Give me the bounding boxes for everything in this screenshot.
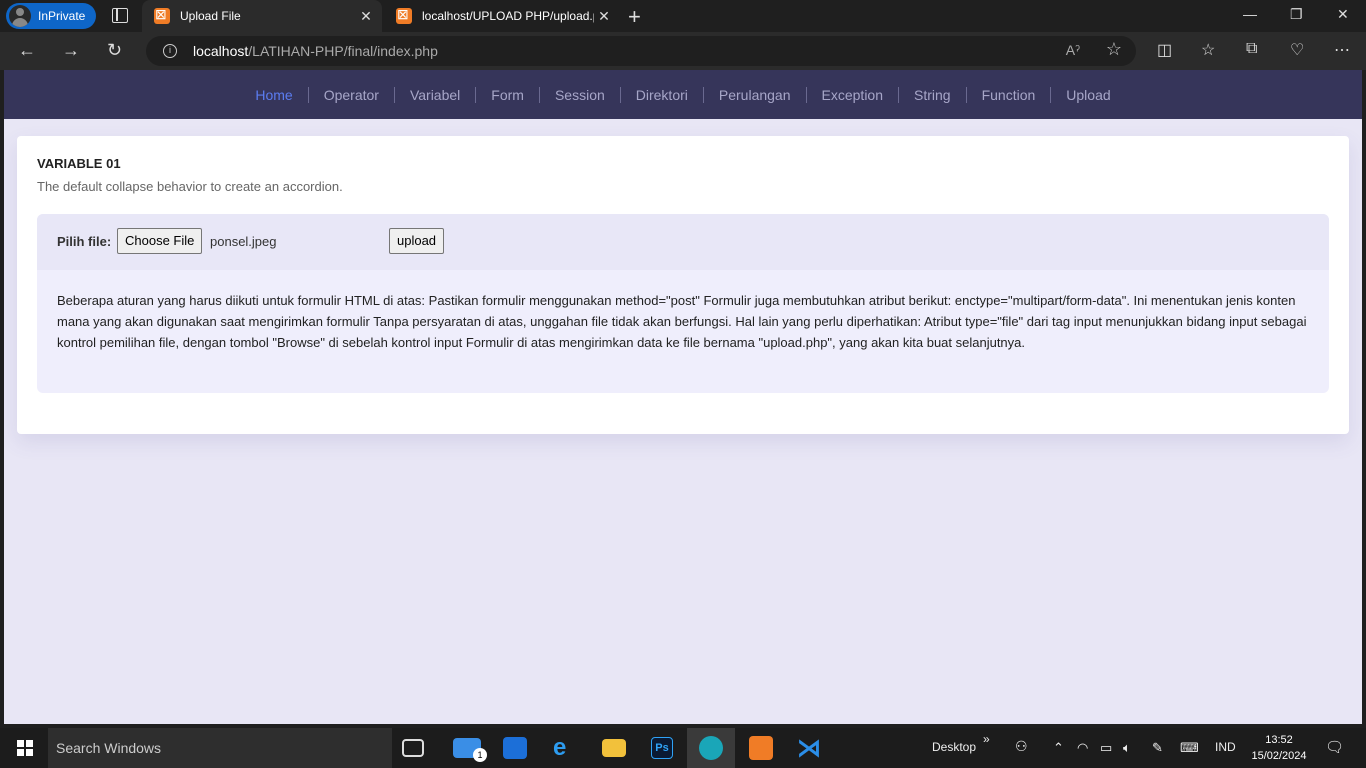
nav-direktori[interactable]: Direktori [619, 86, 703, 103]
nav-perulangan[interactable]: Perulangan [702, 86, 806, 103]
window-close-button[interactable]: ✕ [1337, 6, 1349, 23]
taskbar-search[interactable]: Search Windows [48, 728, 392, 768]
volume-icon[interactable]: 🔈︎ [1123, 740, 1131, 756]
reload-button[interactable]: ↻ [107, 40, 122, 61]
favorite-star-icon[interactable]: ☆ [1106, 39, 1122, 60]
card-title: VARIABLE 01 [37, 156, 121, 171]
browser-toolbar: ← → ↻ i localhost/LATIHAN-PHP/final/inde… [0, 32, 1366, 70]
more-menu-icon[interactable]: ⋯ [1334, 40, 1350, 60]
tab-upload-php[interactable]: localhost/UPLOAD PHP/upload.p ✕ [384, 0, 620, 32]
people-icon[interactable]: ⚇ [1015, 738, 1028, 755]
edge-icon[interactable] [699, 736, 723, 760]
nav-exception[interactable]: Exception [805, 86, 898, 103]
battery-icon[interactable]: ▭ [1100, 740, 1112, 756]
windows-taskbar: Search Windows 1 e Ps ⋊ Desktop » ⚇ ⌃ ◠ … [0, 728, 1366, 768]
xampp-favicon-icon [154, 6, 170, 24]
task-view-icon[interactable] [402, 739, 424, 757]
url-host: localhost [193, 43, 249, 59]
read-aloud-icon[interactable]: Aˀ [1066, 42, 1080, 58]
keyboard-icon[interactable]: ⌨ [1180, 740, 1199, 756]
inprivate-badge[interactable]: InPrivate [6, 3, 96, 29]
vscode-icon[interactable]: ⋊ [797, 734, 825, 762]
desktop-toolbar-label[interactable]: Desktop [932, 740, 976, 754]
taskbar-clock[interactable]: 13:52 15/02/2024 [1247, 732, 1311, 764]
nav-form[interactable]: Form [475, 86, 539, 103]
tab-upload-file[interactable]: Upload File ✕ [142, 0, 382, 32]
nav-function[interactable]: Function [965, 86, 1051, 103]
nav-string[interactable]: String [898, 86, 966, 103]
edge-legacy-icon[interactable]: e [553, 736, 579, 762]
collections-icon[interactable]: ⧉ [1246, 40, 1257, 58]
tab-close-icon[interactable]: ✕ [594, 8, 614, 25]
desktop-toolbar-chevron[interactable]: » [983, 732, 990, 746]
file-label: Pilih file: [57, 234, 112, 249]
content-card: VARIABLE 01 The default collapse behavio… [17, 136, 1349, 434]
back-button[interactable]: ← [18, 40, 36, 61]
favorites-icon[interactable]: ☆ [1201, 40, 1215, 60]
web-page: Home Operator Variabel Form Session Dire… [4, 70, 1362, 724]
inprivate-label: InPrivate [38, 9, 86, 23]
mail-badge: 1 [473, 748, 487, 762]
minimize-button[interactable]: — [1243, 6, 1257, 22]
xampp-icon[interactable] [749, 736, 773, 760]
card-subtitle: The default collapse behavior to create … [37, 179, 343, 194]
profile-avatar-icon [9, 5, 31, 27]
browser-tab-bar: InPrivate Upload File ✕ localhost/UPLOAD… [0, 0, 1366, 32]
choose-file-button[interactable]: Choose File [117, 228, 203, 254]
forward-button[interactable]: → [62, 40, 80, 61]
url-path: /LATIHAN-PHP/final/index.php [248, 43, 438, 59]
address-bar[interactable]: i localhost/LATIHAN-PHP/final/index.php … [146, 36, 1136, 66]
maximize-button[interactable]: ❐ [1290, 6, 1303, 23]
store-icon[interactable] [503, 737, 527, 759]
language-indicator[interactable]: IND [1215, 740, 1236, 754]
nav-session[interactable]: Session [538, 86, 620, 103]
tab-actions-icon[interactable] [112, 8, 128, 23]
photoshop-icon[interactable]: Ps [651, 737, 673, 759]
upload-button[interactable]: upload [389, 228, 445, 254]
selected-file-name: ponsel.jpeg [210, 234, 277, 249]
xampp-favicon-icon [396, 6, 412, 24]
clock-date: 15/02/2024 [1251, 750, 1307, 762]
nav-home[interactable]: Home [240, 87, 307, 103]
clock-time: 13:52 [1265, 734, 1293, 746]
windows-start-icon[interactable] [17, 740, 33, 756]
split-screen-icon[interactable]: ◫ [1157, 40, 1172, 60]
site-info-icon[interactable]: i [163, 44, 177, 58]
nav-operator[interactable]: Operator [307, 86, 394, 103]
upload-form: Pilih file: Choose File ponsel.jpeg uplo… [37, 214, 1329, 270]
description-paragraph: Beberapa aturan yang harus diikuti untuk… [57, 293, 1307, 350]
tab-title: Upload File [180, 9, 241, 23]
main-nav: Home Operator Variabel Form Session Dire… [4, 70, 1362, 119]
nav-upload[interactable]: Upload [1050, 86, 1125, 103]
tab-close-icon[interactable]: ✕ [356, 8, 376, 25]
pen-icon[interactable]: ✎ [1152, 740, 1163, 756]
notification-center-icon[interactable]: 🗨︎ [1325, 738, 1344, 756]
wifi-icon[interactable]: ◠ [1077, 740, 1088, 756]
tab-title: localhost/UPLOAD PHP/upload.p [422, 9, 594, 23]
show-hidden-icons-icon[interactable]: ⌃ [1053, 740, 1064, 756]
new-tab-button[interactable]: + [628, 4, 641, 30]
file-explorer-icon[interactable] [602, 739, 626, 757]
nav-variabel[interactable]: Variabel [393, 86, 475, 103]
browser-essentials-icon[interactable]: ♡ [1290, 40, 1304, 60]
upload-panel: Pilih file: Choose File ponsel.jpeg uplo… [37, 214, 1329, 393]
